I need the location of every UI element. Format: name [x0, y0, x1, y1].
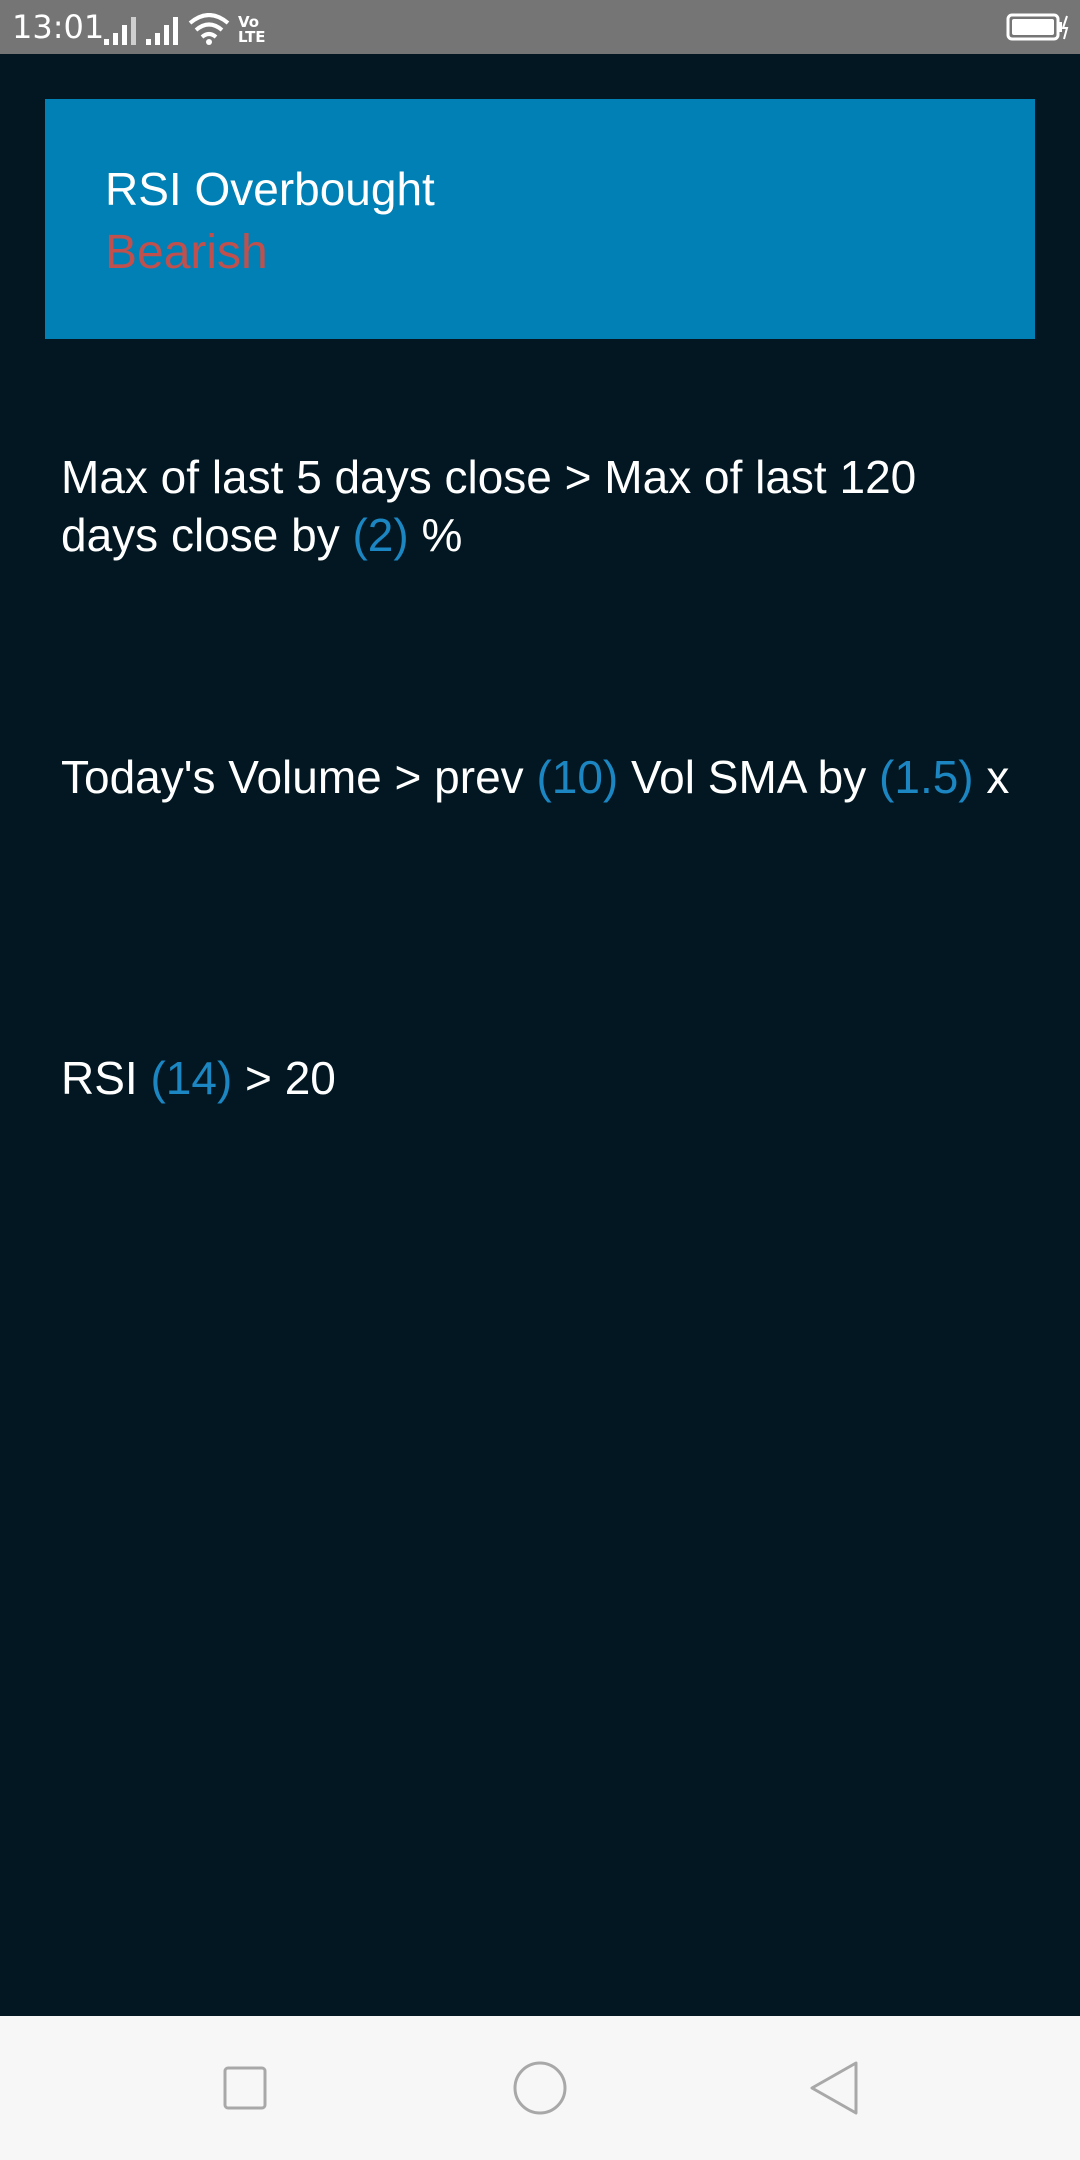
- status-icons: Vo LTE: [104, 9, 266, 45]
- condition-text: Today's Volume > prev: [61, 751, 537, 803]
- condition-parameter[interactable]: (1.5): [879, 751, 974, 803]
- signal-icon: [104, 17, 136, 45]
- condition-text: RSI: [61, 1052, 151, 1104]
- condition-item: Today's Volume > prev (10) Vol SMA by (1…: [61, 748, 1021, 806]
- condition-text: Max of last 5 days close > Max of last 1…: [61, 451, 917, 561]
- condition-text: x: [973, 751, 1010, 803]
- screen: RSI Overbought Bearish Max of last 5 day…: [0, 54, 1080, 2016]
- condition-item: RSI (14) > 20: [61, 1049, 1021, 1107]
- condition-text: Vol SMA by: [618, 751, 880, 803]
- home-icon[interactable]: [500, 2048, 580, 2128]
- header-subtitle: Bearish: [105, 226, 268, 279]
- recent-apps-icon[interactable]: [205, 2048, 285, 2128]
- condition-text: %: [408, 509, 463, 561]
- condition-parameter[interactable]: (2): [352, 509, 408, 561]
- back-icon[interactable]: [795, 2048, 875, 2128]
- volte-label-bottom: LTE: [238, 28, 266, 46]
- header-title: RSI Overbought: [105, 163, 435, 215]
- status-bar: 13:01 Vo LTE: [0, 0, 1080, 54]
- status-time: 13:01: [12, 8, 105, 46]
- condition-text: > 20: [232, 1052, 336, 1104]
- wifi-icon: [188, 13, 230, 45]
- condition-parameter[interactable]: (14): [150, 1052, 232, 1104]
- condition-parameter[interactable]: (10): [536, 751, 618, 803]
- signal-icon: [146, 17, 178, 45]
- navigation-bar: [0, 2016, 1080, 2160]
- battery-icon: [1006, 13, 1069, 41]
- condition-item: Max of last 5 days close > Max of last 1…: [61, 448, 1021, 564]
- volte-icon: Vo LTE: [238, 15, 266, 45]
- header-card: RSI Overbought Bearish: [45, 99, 1035, 339]
